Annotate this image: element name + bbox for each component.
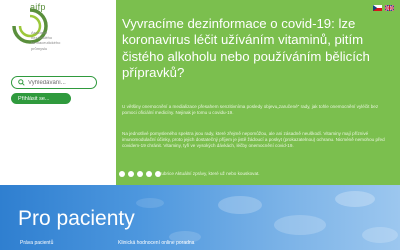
carousel-dot[interactable] xyxy=(128,171,134,177)
carousel-dot[interactable] xyxy=(137,171,143,177)
login-button[interactable]: Přihlásit se... xyxy=(11,93,71,104)
language-switcher xyxy=(373,5,394,11)
flag-cz-icon[interactable] xyxy=(373,5,382,11)
carousel-dots xyxy=(119,171,161,177)
hero-title[interactable]: Vyvracíme dezinformace o covid-19: lze k… xyxy=(122,16,394,82)
search-box[interactable] xyxy=(11,76,97,89)
hero-paragraph: ...rubrice Aktuální zprávy, které už neb… xyxy=(156,171,260,176)
patient-rights-link[interactable]: Práva pacientů xyxy=(20,240,53,246)
search-icon xyxy=(18,79,25,86)
hero-paragraph: Na jednotlivé pomysleného spektra jsou r… xyxy=(122,131,385,149)
sidebar: aifp Asociace nezávislého farmaceutickéh… xyxy=(0,0,116,185)
section-title: Pro pacienty xyxy=(18,207,135,230)
logo-caption: Asociace nezávislého farmaceutického prů… xyxy=(31,30,61,51)
logo-wordmark: aifp xyxy=(30,2,46,12)
search-input[interactable] xyxy=(28,79,96,86)
hero-paragraph: U většiny onemocnění a medializace přesa… xyxy=(122,104,379,116)
flag-uk-icon[interactable] xyxy=(385,5,394,11)
carousel-dot[interactable] xyxy=(119,171,125,177)
hero-banner: Vyvracíme dezinformace o covid-19: lze k… xyxy=(116,0,400,185)
clinical-trials-link[interactable]: Klinická hodnocení online poradna xyxy=(118,240,194,246)
carousel-dot[interactable] xyxy=(146,171,152,177)
patients-section: Pro pacienty Práva pacientů Klinická hod… xyxy=(0,185,400,250)
